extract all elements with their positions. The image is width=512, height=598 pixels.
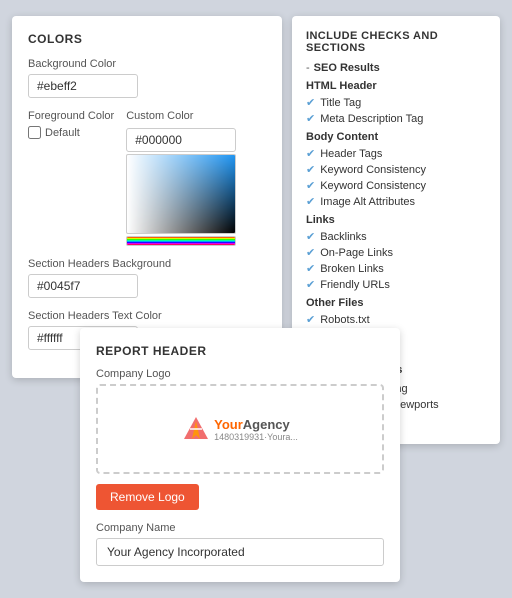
default-checkbox[interactable]: [28, 126, 41, 139]
custom-color-label: Custom Color: [126, 110, 236, 122]
logo-text: YourAgency 1480319931·Youra...: [214, 417, 298, 442]
check-title-tag: ✔ Title Tag: [306, 96, 486, 109]
check-robots: ✔ Robots.txt: [306, 313, 486, 326]
logo-sub-text: 1480319931·Youra...: [214, 432, 298, 442]
section-headers-bg-field: Section Headers Background: [28, 258, 266, 298]
company-name-input[interactable]: [96, 538, 384, 566]
check-icon: ✔: [306, 230, 315, 243]
check-icon: ✔: [306, 262, 315, 275]
check-broken-links: ✔ Broken Links: [306, 262, 486, 275]
check-onpage-links: ✔ On-Page Links: [306, 246, 486, 259]
fg-color-label: Foreground Color: [28, 110, 114, 122]
hue-bar[interactable]: [126, 236, 236, 246]
fg-custom-field: Foreground Color Default Custom Color: [28, 110, 266, 246]
default-checkbox-label[interactable]: Default: [28, 126, 114, 139]
agency-logo-icon: [182, 415, 210, 443]
company-name-label: Company Name: [96, 522, 384, 534]
logo-upload-area[interactable]: YourAgency 1480319931·Youra...: [96, 384, 384, 474]
remove-logo-button[interactable]: Remove Logo: [96, 484, 199, 510]
body-content-label: Body Content: [306, 131, 486, 143]
check-icon: ✔: [306, 147, 315, 160]
seo-section-toggle[interactable]: - SEO Results: [306, 62, 486, 74]
bg-color-input[interactable]: [28, 74, 138, 98]
custom-color-group: Custom Color: [126, 110, 236, 246]
check-icon: ✔: [306, 179, 315, 192]
report-title: REPORT HEADER: [96, 344, 384, 358]
colors-card: COLORS Background Color Foreground Color…: [12, 16, 282, 378]
section-headers-bg-input[interactable]: [28, 274, 138, 298]
check-icon: ✔: [306, 278, 315, 291]
colors-title: COLORS: [28, 32, 266, 46]
section-headers-text-label: Section Headers Text Color: [28, 310, 266, 322]
bg-color-field: Background Color: [28, 58, 266, 98]
color-picker-canvas[interactable]: [126, 154, 236, 234]
company-logo-label: Company Logo: [96, 368, 384, 380]
report-card: REPORT HEADER Company Logo YourAgency 14…: [80, 328, 400, 582]
check-icon: ✔: [306, 195, 315, 208]
check-header-tags: ✔ Header Tags: [306, 147, 486, 160]
check-meta-desc: ✔ Meta Description Tag: [306, 112, 486, 125]
check-image-alt: ✔ Image Alt Attributes: [306, 195, 486, 208]
check-icon: ✔: [306, 112, 315, 125]
links-label: Links: [306, 214, 486, 226]
check-icon: ✔: [306, 96, 315, 109]
checks-title: INCLUDE CHECKS AND SECTIONS: [306, 30, 486, 54]
custom-color-input[interactable]: [126, 128, 236, 152]
section-headers-bg-label: Section Headers Background: [28, 258, 266, 270]
check-backlinks: ✔ Backlinks: [306, 230, 486, 243]
check-icon: ✔: [306, 246, 315, 259]
other-files-label: Other Files: [306, 297, 486, 309]
check-keyword-consistency-1: ✔ Keyword Consistency: [306, 163, 486, 176]
logo-preview: YourAgency 1480319931·Youra...: [182, 415, 298, 443]
fg-color-group: Foreground Color Default: [28, 110, 114, 139]
check-icon: ✔: [306, 163, 315, 176]
check-keyword-consistency-2: ✔ Keyword Consistency: [306, 179, 486, 192]
html-header-label: HTML Header: [306, 80, 486, 92]
check-friendly-urls: ✔ Friendly URLs: [306, 278, 486, 291]
bg-color-label: Background Color: [28, 58, 266, 70]
check-icon: ✔: [306, 313, 315, 326]
